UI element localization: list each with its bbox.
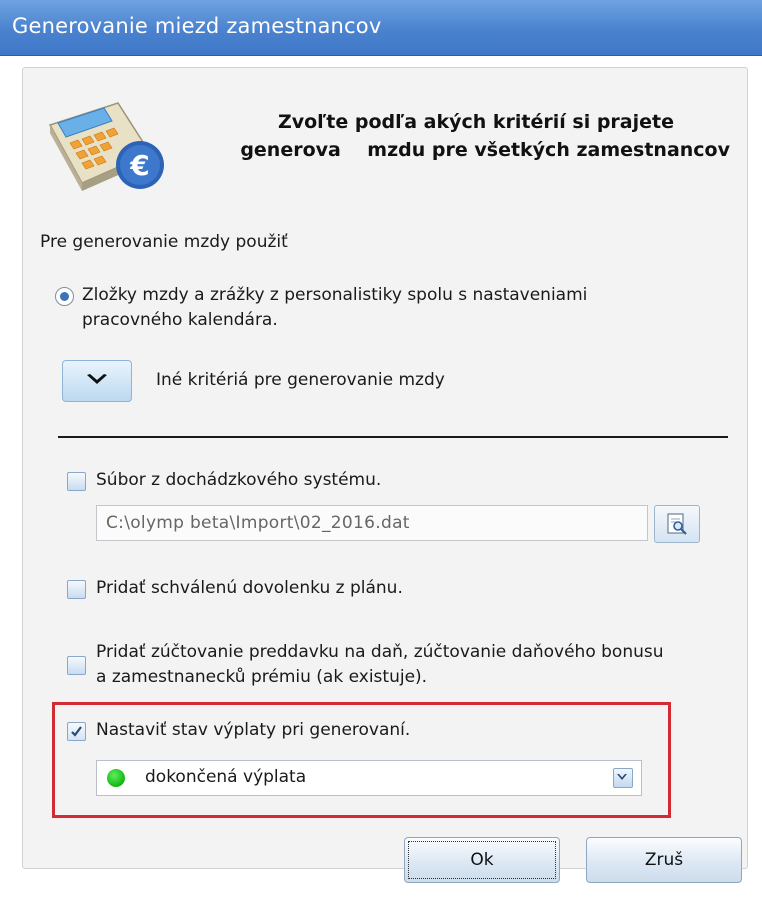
section-label: Pre generovanie mzdy použiť <box>40 232 288 252</box>
dropdown-arrow-icon[interactable] <box>613 768 633 788</box>
title-bar: Generovanie miezd zamestnancov <box>0 0 762 56</box>
status-dot-icon <box>107 769 125 787</box>
window-title: Generovanie miezd zamestnancov <box>12 14 382 38</box>
personnel-components-label[interactable]: Zložky mzdy a zrážky z personalistiky sp… <box>82 283 682 333</box>
svg-text:€: € <box>129 149 149 182</box>
payout-state-value: dokončená výplata <box>145 767 307 787</box>
other-criteria-expand-button[interactable] <box>62 360 132 402</box>
attendance-file-checkbox[interactable] <box>67 472 86 491</box>
divider <box>58 436 728 438</box>
attendance-file-path-value: C:\olymp beta\Import\02_2016.dat <box>106 513 410 533</box>
other-criteria-label[interactable]: Iné kritériá pre generovanie mzdy <box>156 370 445 390</box>
personnel-components-radio[interactable] <box>55 287 74 306</box>
payout-state-checkbox[interactable] <box>67 722 86 741</box>
checkmark-icon <box>71 726 82 737</box>
header-line-2: generova mzdu pre všetkých zamestnancov <box>240 139 730 161</box>
header-line-1: Zvoľte podľa akých kritérií si prajete <box>277 111 674 133</box>
calculator-euro-icon: € <box>48 102 164 191</box>
tax-settlement-label[interactable]: Pridať zúčtovanie preddavku na daň, zúčt… <box>96 640 676 690</box>
tax-settlement-checkbox[interactable] <box>67 656 86 675</box>
payout-state-select[interactable]: dokončená výplata <box>96 760 642 796</box>
cancel-button[interactable]: Zruš <box>586 837 742 883</box>
dialog-header: Zvoľte podľa akých kritérií si prajete g… <box>190 108 730 164</box>
chevron-down-icon <box>87 374 107 384</box>
browse-file-icon <box>667 513 687 535</box>
vacation-label[interactable]: Pridať schválenú dovolenku z plánu. <box>96 576 403 601</box>
attendance-file-path-input[interactable]: C:\olymp beta\Import\02_2016.dat <box>96 505 648 541</box>
browse-file-button[interactable] <box>654 505 700 543</box>
ok-button[interactable]: Ok <box>404 837 560 883</box>
vacation-checkbox[interactable] <box>67 580 86 599</box>
payout-state-label[interactable]: Nastaviť stav výplaty pri generovaní. <box>96 718 410 743</box>
attendance-file-label[interactable]: Súbor z dochádzkového systému. <box>96 468 381 493</box>
